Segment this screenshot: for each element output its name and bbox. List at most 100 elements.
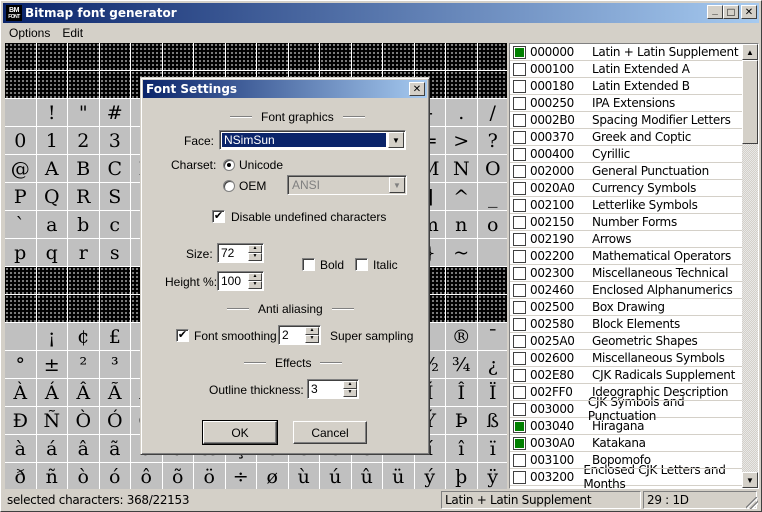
title-bar[interactable]: BM FONT Bitmap font generator _ □ ✕: [3, 3, 759, 23]
glyph-cell[interactable]: ²: [68, 351, 100, 379]
scroll-up-button[interactable]: ▲: [742, 44, 758, 60]
unavailable-glyph-cell[interactable]: [446, 295, 478, 323]
dialog-close-button[interactable]: ✕: [409, 82, 425, 96]
range-checkbox[interactable]: [513, 113, 526, 127]
charset-oem-label[interactable]: OEM: [239, 179, 266, 193]
unavailable-glyph-cell[interactable]: [36, 267, 68, 295]
unavailable-glyph-cell[interactable]: [446, 71, 478, 99]
range-checkbox[interactable]: [513, 130, 526, 144]
glyph-cell[interactable]: !: [36, 99, 68, 127]
range-checkbox[interactable]: [513, 45, 526, 59]
glyph-cell[interactable]: [477, 239, 507, 267]
glyph-cell[interactable]: á: [36, 435, 68, 463]
disable-undefined-label[interactable]: Disable undefined characters: [231, 210, 386, 224]
unavailable-glyph-cell[interactable]: [5, 295, 37, 323]
glyph-cell[interactable]: o: [477, 211, 507, 239]
range-checkbox[interactable]: [513, 198, 526, 212]
glyph-cell[interactable]: q: [36, 239, 68, 267]
range-list-item[interactable]: 002150 Number Forms: [510, 214, 745, 231]
spin-down-icon[interactable]: ▼: [343, 389, 357, 397]
range-checkbox[interactable]: [513, 317, 526, 331]
size-spinner[interactable]: 72 ▲ ▼: [217, 243, 264, 263]
font-smoothing-label[interactable]: Font smoothing: [194, 329, 277, 343]
range-checkbox[interactable]: [513, 351, 526, 365]
range-list-item[interactable]: 002600 Miscellaneous Symbols: [510, 350, 745, 367]
glyph-cell[interactable]: r: [68, 239, 100, 267]
range-checkbox[interactable]: [513, 164, 526, 178]
range-checkbox[interactable]: [513, 419, 526, 433]
glyph-cell[interactable]: ö: [194, 463, 226, 489]
range-checkbox[interactable]: [513, 385, 526, 399]
glyph-cell[interactable]: #: [99, 99, 131, 127]
glyph-cell[interactable]: p: [5, 239, 37, 267]
glyph-cell[interactable]: ù: [288, 463, 320, 489]
glyph-cell[interactable]: ~: [446, 239, 478, 267]
height-spinner[interactable]: 100 ▲ ▼: [217, 271, 264, 291]
super-sampling-spinner[interactable]: 2 ▲ ▼: [278, 325, 321, 345]
glyph-cell[interactable]: ñ: [36, 463, 68, 489]
glyph-cell[interactable]: ±: [36, 351, 68, 379]
outline-thickness-spinner[interactable]: 3 ▲ ▼: [307, 379, 359, 399]
ok-button[interactable]: OK: [202, 420, 278, 445]
glyph-cell[interactable]: A: [36, 155, 68, 183]
range-list-item[interactable]: 003200 Enclosed CJK Letters and Months: [510, 463, 745, 488]
list-scrollbar[interactable]: ▲ ▼: [742, 44, 758, 488]
range-checkbox[interactable]: [513, 181, 526, 195]
glyph-cell[interactable]: ÷: [225, 463, 257, 489]
glyph-cell[interactable]: [5, 99, 37, 127]
unavailable-glyph-cell[interactable]: [5, 71, 37, 99]
face-dropdown-arrow[interactable]: ▼: [388, 132, 404, 148]
glyph-cell[interactable]: î: [446, 435, 478, 463]
spin-down-icon[interactable]: ▼: [248, 281, 262, 289]
glyph-cell[interactable]: £: [99, 323, 131, 351]
super-sampling-spin-buttons[interactable]: ▲ ▼: [305, 327, 319, 343]
glyph-cell[interactable]: Ò: [68, 407, 100, 435]
cancel-button[interactable]: Cancel: [293, 421, 367, 444]
unavailable-glyph-cell[interactable]: [131, 43, 163, 71]
unavailable-glyph-cell[interactable]: [68, 295, 100, 323]
glyph-cell[interactable]: ã: [99, 435, 131, 463]
italic-checkbox[interactable]: [355, 258, 368, 271]
face-select[interactable]: NSimSun ▼: [219, 130, 406, 150]
range-list-item[interactable]: 003100 Bopomofo: [510, 452, 745, 469]
glyph-cell[interactable]: N: [446, 155, 478, 183]
size-spin-buttons[interactable]: ▲ ▼: [248, 245, 262, 261]
unavailable-glyph-cell[interactable]: [446, 43, 478, 71]
menu-edit[interactable]: Edit: [56, 26, 89, 40]
glyph-cell[interactable]: õ: [162, 463, 194, 489]
glyph-cell[interactable]: þ: [446, 463, 478, 489]
charset-unicode-radio[interactable]: [223, 159, 235, 171]
range-list-item[interactable]: 002190 Arrows: [510, 231, 745, 248]
glyph-cell[interactable]: ¢: [68, 323, 100, 351]
glyph-cell[interactable]: Â: [68, 379, 100, 407]
unavailable-glyph-cell[interactable]: [446, 267, 478, 295]
glyph-cell[interactable]: _: [477, 183, 507, 211]
range-list-item[interactable]: 002300 Miscellaneous Technical: [510, 265, 745, 282]
unavailable-glyph-cell[interactable]: [36, 71, 68, 99]
glyph-cell[interactable]: n: [446, 211, 478, 239]
range-list-item[interactable]: 002200 Mathematical Operators: [510, 248, 745, 265]
glyph-cell[interactable]: 0: [5, 127, 37, 155]
glyph-cell[interactable]: ¾: [446, 351, 478, 379]
outline-spin-buttons[interactable]: ▲ ▼: [343, 381, 357, 397]
glyph-cell[interactable]: ¯: [477, 323, 507, 351]
unavailable-glyph-cell[interactable]: [477, 267, 507, 295]
unavailable-glyph-cell[interactable]: [477, 71, 507, 99]
bold-label[interactable]: Bold: [320, 258, 344, 272]
range-checkbox[interactable]: [513, 436, 526, 450]
glyph-cell[interactable]: Î: [446, 379, 478, 407]
unavailable-glyph-cell[interactable]: [5, 267, 37, 295]
unavailable-glyph-cell[interactable]: [477, 295, 507, 323]
glyph-cell[interactable]: ³: [99, 351, 131, 379]
glyph-cell[interactable]: ": [68, 99, 100, 127]
glyph-cell[interactable]: Ï: [477, 379, 507, 407]
unavailable-glyph-cell[interactable]: [68, 71, 100, 99]
range-checkbox[interactable]: [513, 147, 526, 161]
glyph-cell[interactable]: `: [5, 211, 37, 239]
charset-unicode-label[interactable]: Unicode: [239, 158, 283, 172]
glyph-cell[interactable]: Ð: [5, 407, 37, 435]
glyph-cell[interactable]: Ã: [99, 379, 131, 407]
unavailable-glyph-cell[interactable]: [36, 295, 68, 323]
glyph-cell[interactable]: s: [99, 239, 131, 267]
maximize-button[interactable]: □: [723, 5, 739, 19]
